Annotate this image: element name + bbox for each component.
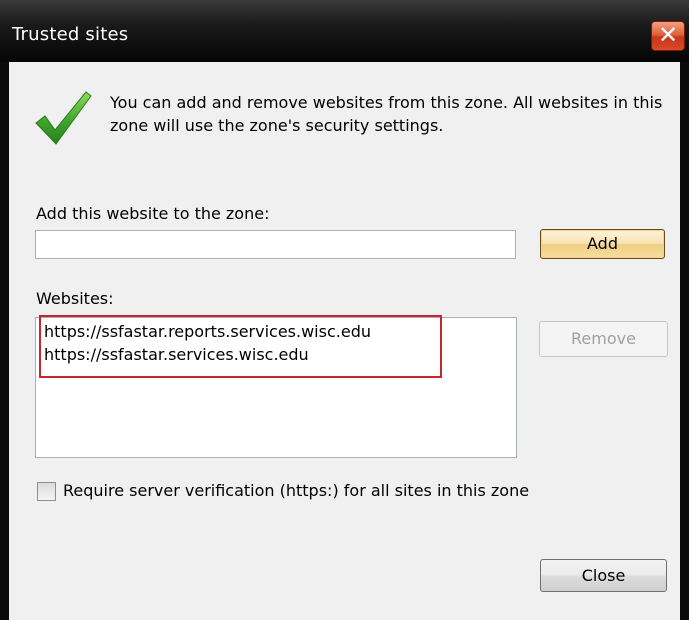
trusted-sites-dialog: Trusted sites ✕ You can add and remove w… <box>0 0 689 620</box>
checkmark-icon <box>35 91 92 145</box>
title-bar[interactable]: Trusted sites ✕ <box>0 0 689 62</box>
require-verification-label[interactable]: Require server verification (https:) for… <box>63 481 529 500</box>
close-window-button[interactable]: ✕ <box>651 21 685 51</box>
annotation-highlight-box <box>39 315 442 378</box>
close-icon: ✕ <box>657 21 679 49</box>
intro-text: You can add and remove websites from thi… <box>110 93 663 135</box>
require-verification-checkbox[interactable] <box>37 482 56 501</box>
add-website-input[interactable] <box>35 230 516 259</box>
close-button[interactable]: Close <box>540 559 667 592</box>
dialog-title: Trusted sites <box>12 24 129 45</box>
remove-button[interactable]: Remove <box>539 321 668 357</box>
dialog-body: You can add and remove websites from thi… <box>9 62 680 620</box>
websites-label: Websites: <box>36 289 114 308</box>
add-button[interactable]: Add <box>540 229 665 259</box>
add-website-label: Add this website to the zone: <box>36 204 270 223</box>
